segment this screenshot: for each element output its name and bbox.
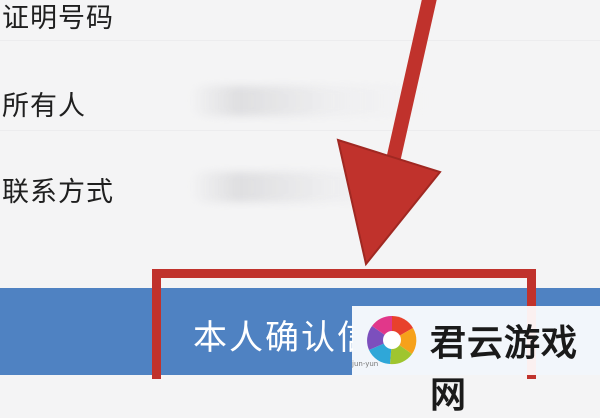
watermark-subtext: jun-yun	[352, 360, 379, 368]
watermark: 君云游戏网 jun-yun	[352, 306, 600, 416]
watermark-text: 君云游戏网	[430, 322, 579, 416]
